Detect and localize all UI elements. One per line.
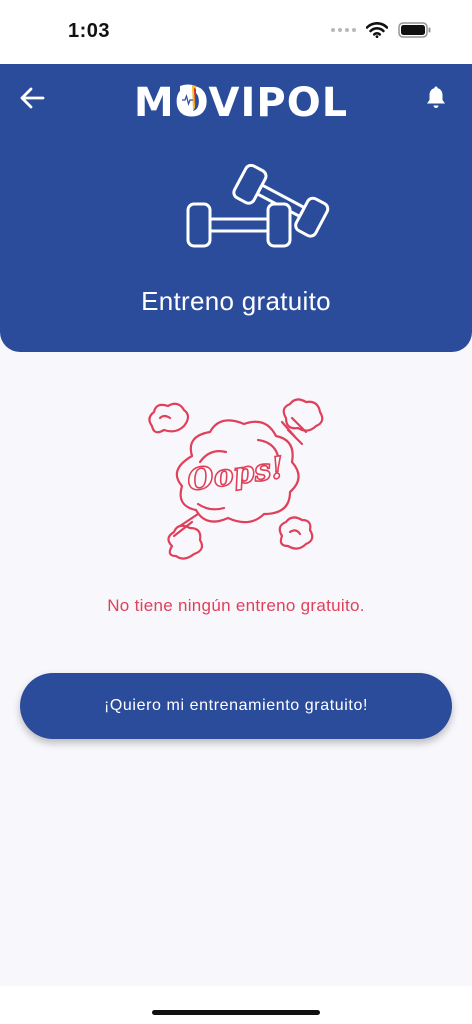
bell-icon (427, 86, 445, 108)
notifications-button[interactable] (420, 82, 452, 114)
status-bar: 1:03 (0, 0, 472, 64)
svg-text:Oops!: Oops! (185, 450, 286, 498)
movipol-logo: MOVIPOL (136, 80, 346, 124)
empty-state-message: No tiene ningún entreno gratuito. (107, 596, 365, 615)
battery-icon (398, 22, 431, 38)
svg-text:MOVIPOL: MOVIPOL (136, 80, 346, 124)
arrow-left-icon (20, 87, 45, 109)
home-indicator[interactable] (152, 1010, 320, 1015)
request-free-training-button[interactable]: ¡Quiero mi entrenamiento gratuito! (20, 673, 452, 739)
bottom-safe-area (0, 986, 472, 1024)
status-icons (331, 22, 432, 38)
cellular-signal-icon (331, 28, 356, 32)
status-time: 1:03 (68, 20, 111, 42)
oops-illustration: Oops! (148, 398, 324, 560)
back-button[interactable] (16, 82, 48, 114)
wifi-icon (366, 22, 388, 38)
page-title: Entreno gratuito (141, 286, 331, 316)
dumbbells-icon (186, 163, 330, 248)
header: MOVIPOL Entreno gratuito (0, 64, 472, 352)
